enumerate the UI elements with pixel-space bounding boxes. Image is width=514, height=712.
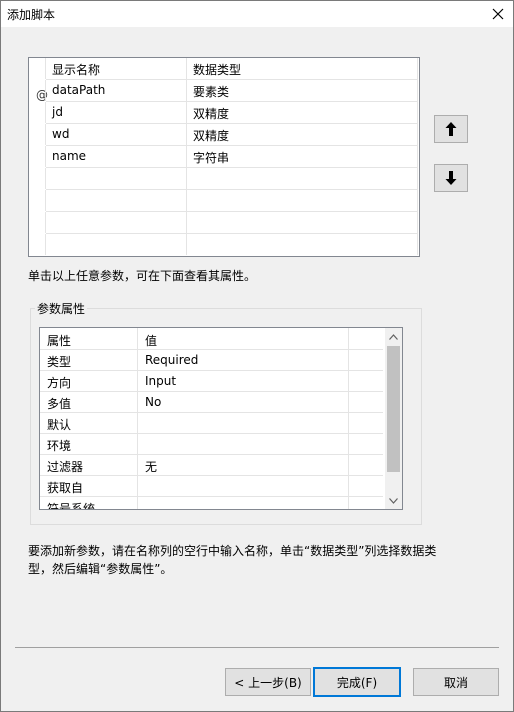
table-row[interactable]: dataPath 要素类 xyxy=(29,80,419,101)
param-name-cell[interactable] xyxy=(46,168,187,189)
column-header-data-type[interactable]: 数据类型 xyxy=(187,58,418,79)
param-name-cell[interactable] xyxy=(46,212,187,233)
property-value-cell[interactable]: Required xyxy=(138,349,349,370)
table-row[interactable]: 符号系统 xyxy=(40,496,383,509)
empty-row[interactable] xyxy=(29,212,419,233)
arrow-up-icon xyxy=(445,122,457,136)
param-name-cell[interactable]: name xyxy=(46,146,187,167)
properties-scrollbar[interactable] xyxy=(385,328,402,509)
property-value-cell[interactable]: No xyxy=(138,391,349,412)
empty-row[interactable] xyxy=(29,190,419,211)
property-value-cell[interactable] xyxy=(138,412,349,433)
chevron-down-icon xyxy=(389,497,398,504)
param-type-cell[interactable]: 双精度 xyxy=(187,124,418,145)
table-row[interactable]: 方向 Input xyxy=(40,370,383,392)
property-value-cell[interactable] xyxy=(138,433,349,454)
property-value-cell[interactable]: Input xyxy=(138,370,349,391)
empty-row[interactable] xyxy=(29,168,419,189)
table-row[interactable]: name 字符串 xyxy=(29,146,419,167)
title-bar: 添加脚本 xyxy=(1,1,513,27)
param-name-cell[interactable]: dataPath xyxy=(46,80,187,101)
param-name-cell[interactable] xyxy=(46,190,187,211)
table-row[interactable]: 获取自 xyxy=(40,475,383,497)
chevron-up-icon xyxy=(389,333,398,340)
param-name-cell[interactable] xyxy=(46,234,187,255)
param-type-cell[interactable] xyxy=(187,234,418,255)
table-row[interactable]: 过滤器 无 xyxy=(40,454,383,476)
arrow-down-icon xyxy=(445,171,457,185)
property-value-cell[interactable]: 无 xyxy=(138,454,349,475)
footer-separator xyxy=(15,647,499,648)
param-type-cell[interactable] xyxy=(187,212,418,233)
move-down-button[interactable] xyxy=(434,164,468,192)
grid-header-row: 显示名称 数据类型 xyxy=(29,58,419,79)
scrollbar-thumb[interactable] xyxy=(387,346,400,472)
window-title: 添加脚本 xyxy=(7,8,56,22)
properties-grid[interactable]: 属性 值 类型 Required 方向 Input 多值 No 默认 环境 过滤… xyxy=(39,327,403,510)
finish-button[interactable]: 完成(F) xyxy=(313,667,401,697)
table-row[interactable]: jd 双精度 xyxy=(29,102,419,123)
table-row[interactable]: 环境 xyxy=(40,433,383,455)
scroll-up-button[interactable] xyxy=(385,328,402,345)
param-name-cell[interactable]: wd xyxy=(46,124,187,145)
table-row[interactable]: 多值 No xyxy=(40,391,383,413)
column-header-display-name[interactable]: 显示名称 xyxy=(46,58,187,79)
property-value-cell[interactable] xyxy=(138,496,349,509)
close-icon xyxy=(492,8,504,20)
move-up-button[interactable] xyxy=(434,115,468,143)
close-button[interactable] xyxy=(483,1,513,27)
table-row[interactable]: 类型 Required xyxy=(40,349,383,371)
table-row[interactable]: 默认 xyxy=(40,412,383,434)
scroll-down-button[interactable] xyxy=(385,492,402,509)
param-type-cell[interactable]: 字符串 xyxy=(187,146,418,167)
param-type-cell[interactable] xyxy=(187,190,418,211)
properties-header-row: 属性 值 xyxy=(40,328,383,350)
add-parameter-hint: 要添加新参数，请在名称列的空行中输入名称，单击“数据类型”列选择数据类型，然后编… xyxy=(28,544,437,576)
property-value-cell[interactable] xyxy=(138,475,349,496)
click-hint-text: 单击以上任意参数，可在下面查看其属性。 xyxy=(28,269,257,283)
table-row[interactable]: wd 双精度 xyxy=(29,124,419,145)
parameters-grid[interactable]: 显示名称 数据类型 @ dataPath 要素类 jd 双精度 wd 双精度 n… xyxy=(28,57,420,257)
param-type-cell[interactable] xyxy=(187,168,418,189)
param-name-cell[interactable]: jd xyxy=(46,102,187,123)
back-button[interactable]: < 上一步(B) xyxy=(225,668,311,696)
add-script-dialog: 添加脚本 显示名称 数据类型 @ dataPath 要素类 jd 双精度 wd … xyxy=(0,0,514,712)
param-type-cell[interactable]: 双精度 xyxy=(187,102,418,123)
cancel-button[interactable]: 取消 xyxy=(413,668,499,696)
empty-row[interactable] xyxy=(29,234,419,255)
param-type-cell[interactable]: 要素类 xyxy=(187,80,418,101)
group-title: 参数属性 xyxy=(35,300,88,317)
